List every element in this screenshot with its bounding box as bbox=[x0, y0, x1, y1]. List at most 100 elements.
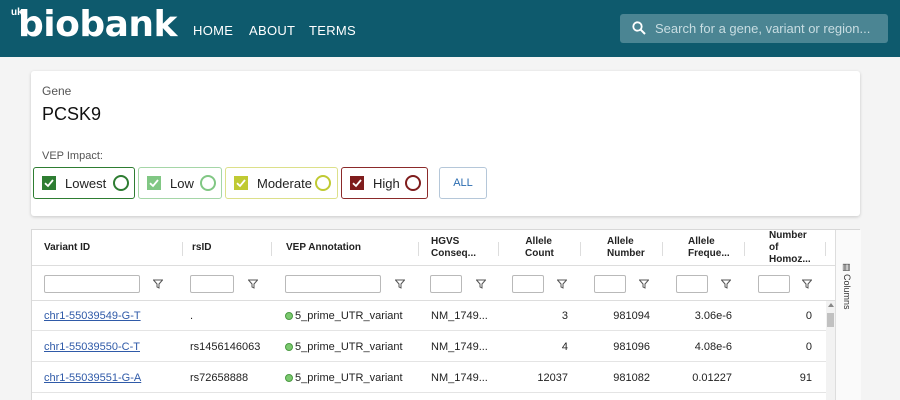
filter-icon[interactable] bbox=[395, 279, 405, 289]
search-box bbox=[620, 14, 888, 43]
allele-frequency-cell: 4.08e-6 bbox=[694, 341, 732, 353]
columns-panel-toggle[interactable]: ▤ Columns bbox=[841, 263, 852, 310]
gene-label: Gene bbox=[42, 84, 72, 98]
col-header-homozygotes[interactable]: Number of Homoz... bbox=[769, 230, 811, 266]
impact-dot-icon bbox=[285, 312, 293, 320]
table-row[interactable]: chr1-55039551-G-A rs72658888 5_prime_UTR… bbox=[32, 363, 827, 393]
table-header: Variant ID rsID VEP Annotation HGVS Conse… bbox=[32, 230, 835, 265]
col-header-rsid[interactable]: rsID bbox=[192, 242, 211, 254]
filter-input-variant-id[interactable] bbox=[44, 275, 140, 293]
homozygotes-cell: 0 bbox=[805, 310, 812, 322]
column-separator[interactable] bbox=[498, 242, 499, 256]
allele-number-cell: 981094 bbox=[613, 310, 650, 322]
biobank-logo[interactable]: uk biobank bbox=[10, 4, 177, 52]
filter-input-allele-frequency[interactable] bbox=[676, 275, 708, 293]
homozygotes-cell: 91 bbox=[799, 372, 812, 384]
homozygotes-cell: 0 bbox=[805, 341, 812, 353]
vep-chip-label: High bbox=[373, 176, 400, 191]
filter-input-hgvs[interactable] bbox=[430, 275, 462, 293]
nav-terms-link[interactable]: TERMS bbox=[309, 23, 356, 38]
filter-input-rsid[interactable] bbox=[190, 275, 234, 293]
scrollbar-thumb[interactable] bbox=[827, 313, 834, 327]
rsid-cell: rs1456146063 bbox=[190, 341, 261, 353]
filter-icon[interactable] bbox=[153, 279, 163, 289]
impact-circle-icon bbox=[200, 175, 216, 191]
col-header-allele-count[interactable]: Allele Count bbox=[525, 236, 554, 260]
allele-number-cell: 981096 bbox=[613, 341, 650, 353]
filter-input-homozygotes[interactable] bbox=[758, 275, 790, 293]
column-separator[interactable] bbox=[271, 242, 272, 256]
impact-circle-icon bbox=[113, 175, 129, 191]
variant-id-link[interactable]: chr1-55039550-C-T bbox=[44, 341, 140, 353]
columns-side-panel[interactable]: ▤ Columns bbox=[835, 230, 861, 400]
filter-input-allele-count[interactable] bbox=[512, 275, 544, 293]
allele-count-cell: 4 bbox=[561, 341, 568, 353]
filter-icon[interactable] bbox=[721, 279, 731, 289]
filter-icon[interactable] bbox=[557, 279, 567, 289]
vep-chip-high[interactable]: High bbox=[341, 167, 428, 199]
allele-count-cell: 3 bbox=[561, 310, 568, 322]
nav-about-link[interactable]: ABOUT bbox=[249, 23, 295, 38]
top-navigation-bar: uk biobank HOME ABOUT TERMS bbox=[0, 0, 900, 57]
allele-frequency-cell: 3.06e-6 bbox=[694, 310, 732, 322]
column-separator[interactable] bbox=[744, 242, 745, 256]
rsid-cell: . bbox=[190, 310, 194, 322]
vep-chip-label: Lowest bbox=[65, 176, 107, 191]
variant-id-link[interactable]: chr1-55039551-G-A bbox=[44, 372, 141, 384]
gene-name: PCSK9 bbox=[42, 104, 102, 124]
column-separator[interactable] bbox=[662, 242, 663, 256]
checkbox-checked-icon[interactable] bbox=[147, 176, 161, 190]
nav-home-link[interactable]: HOME bbox=[193, 23, 233, 38]
column-separator[interactable] bbox=[825, 242, 826, 256]
checkbox-checked-icon[interactable] bbox=[234, 176, 248, 190]
logo-wordmark: biobank bbox=[18, 4, 177, 45]
rsid-cell: rs72658888 bbox=[190, 372, 249, 384]
vep-annotation-cell: 5_prime_UTR_variant bbox=[285, 341, 403, 353]
vep-chip-label: Low bbox=[170, 176, 194, 191]
hgvs-cell: NM_1749... bbox=[431, 310, 488, 322]
impact-circle-icon bbox=[405, 175, 421, 191]
table-vertical-scrollbar[interactable] bbox=[826, 301, 835, 400]
gene-card: Gene PCSK9 VEP Impact: Lowest Low Modera… bbox=[31, 71, 860, 216]
checkbox-checked-icon[interactable] bbox=[350, 176, 364, 190]
variant-id-link[interactable]: chr1-55039549-G-T bbox=[44, 310, 141, 322]
vep-annotation-cell: 5_prime_UTR_variant bbox=[285, 372, 403, 384]
filter-row bbox=[32, 265, 835, 301]
select-all-button[interactable]: ALL bbox=[439, 167, 487, 199]
hgvs-cell: NM_1749... bbox=[431, 372, 488, 384]
impact-circle-icon bbox=[315, 175, 331, 191]
table-row[interactable]: chr1-55039549-G-T . 5_prime_UTR_variant … bbox=[32, 301, 827, 331]
column-separator[interactable] bbox=[182, 242, 183, 256]
filter-icon[interactable] bbox=[248, 279, 258, 289]
checkbox-checked-icon[interactable] bbox=[42, 176, 56, 190]
vep-chip-low[interactable]: Low bbox=[138, 167, 222, 199]
search-icon bbox=[632, 21, 646, 35]
filter-input-vep-annotation[interactable] bbox=[285, 275, 381, 293]
impact-dot-icon bbox=[285, 343, 293, 351]
col-header-hgvs[interactable]: HGVS Conseq... bbox=[431, 236, 476, 260]
filter-icon[interactable] bbox=[639, 279, 649, 289]
col-header-variant-id[interactable]: Variant ID bbox=[44, 242, 90, 254]
vep-impact-label: VEP Impact: bbox=[42, 150, 103, 162]
col-header-vep-annotation[interactable]: VEP Annotation bbox=[286, 242, 361, 254]
columns-icon: ▤ bbox=[842, 263, 852, 272]
col-header-allele-number[interactable]: Allele Number bbox=[607, 236, 645, 260]
col-header-allele-frequency[interactable]: Allele Freque... bbox=[688, 236, 730, 260]
vep-chip-label: Moderate bbox=[257, 176, 312, 191]
hgvs-cell: NM_1749... bbox=[431, 341, 488, 353]
allele-count-cell: 12037 bbox=[537, 372, 568, 384]
variants-table: Variant ID rsID VEP Annotation HGVS Conse… bbox=[31, 229, 861, 400]
filter-icon[interactable] bbox=[476, 279, 486, 289]
table-row[interactable]: chr1-55039550-C-T rs1456146063 5_prime_U… bbox=[32, 332, 827, 362]
allele-number-cell: 981082 bbox=[613, 372, 650, 384]
column-separator[interactable] bbox=[580, 242, 581, 256]
column-separator[interactable] bbox=[418, 242, 419, 256]
filter-input-allele-number[interactable] bbox=[594, 275, 626, 293]
impact-dot-icon bbox=[285, 374, 293, 382]
filter-icon[interactable] bbox=[802, 279, 812, 289]
vep-annotation-cell: 5_prime_UTR_variant bbox=[285, 310, 403, 322]
search-input[interactable] bbox=[655, 14, 883, 43]
scroll-up-arrow-icon[interactable] bbox=[828, 303, 834, 307]
vep-chip-lowest[interactable]: Lowest bbox=[33, 167, 135, 199]
vep-chip-moderate[interactable]: Moderate bbox=[225, 167, 338, 199]
